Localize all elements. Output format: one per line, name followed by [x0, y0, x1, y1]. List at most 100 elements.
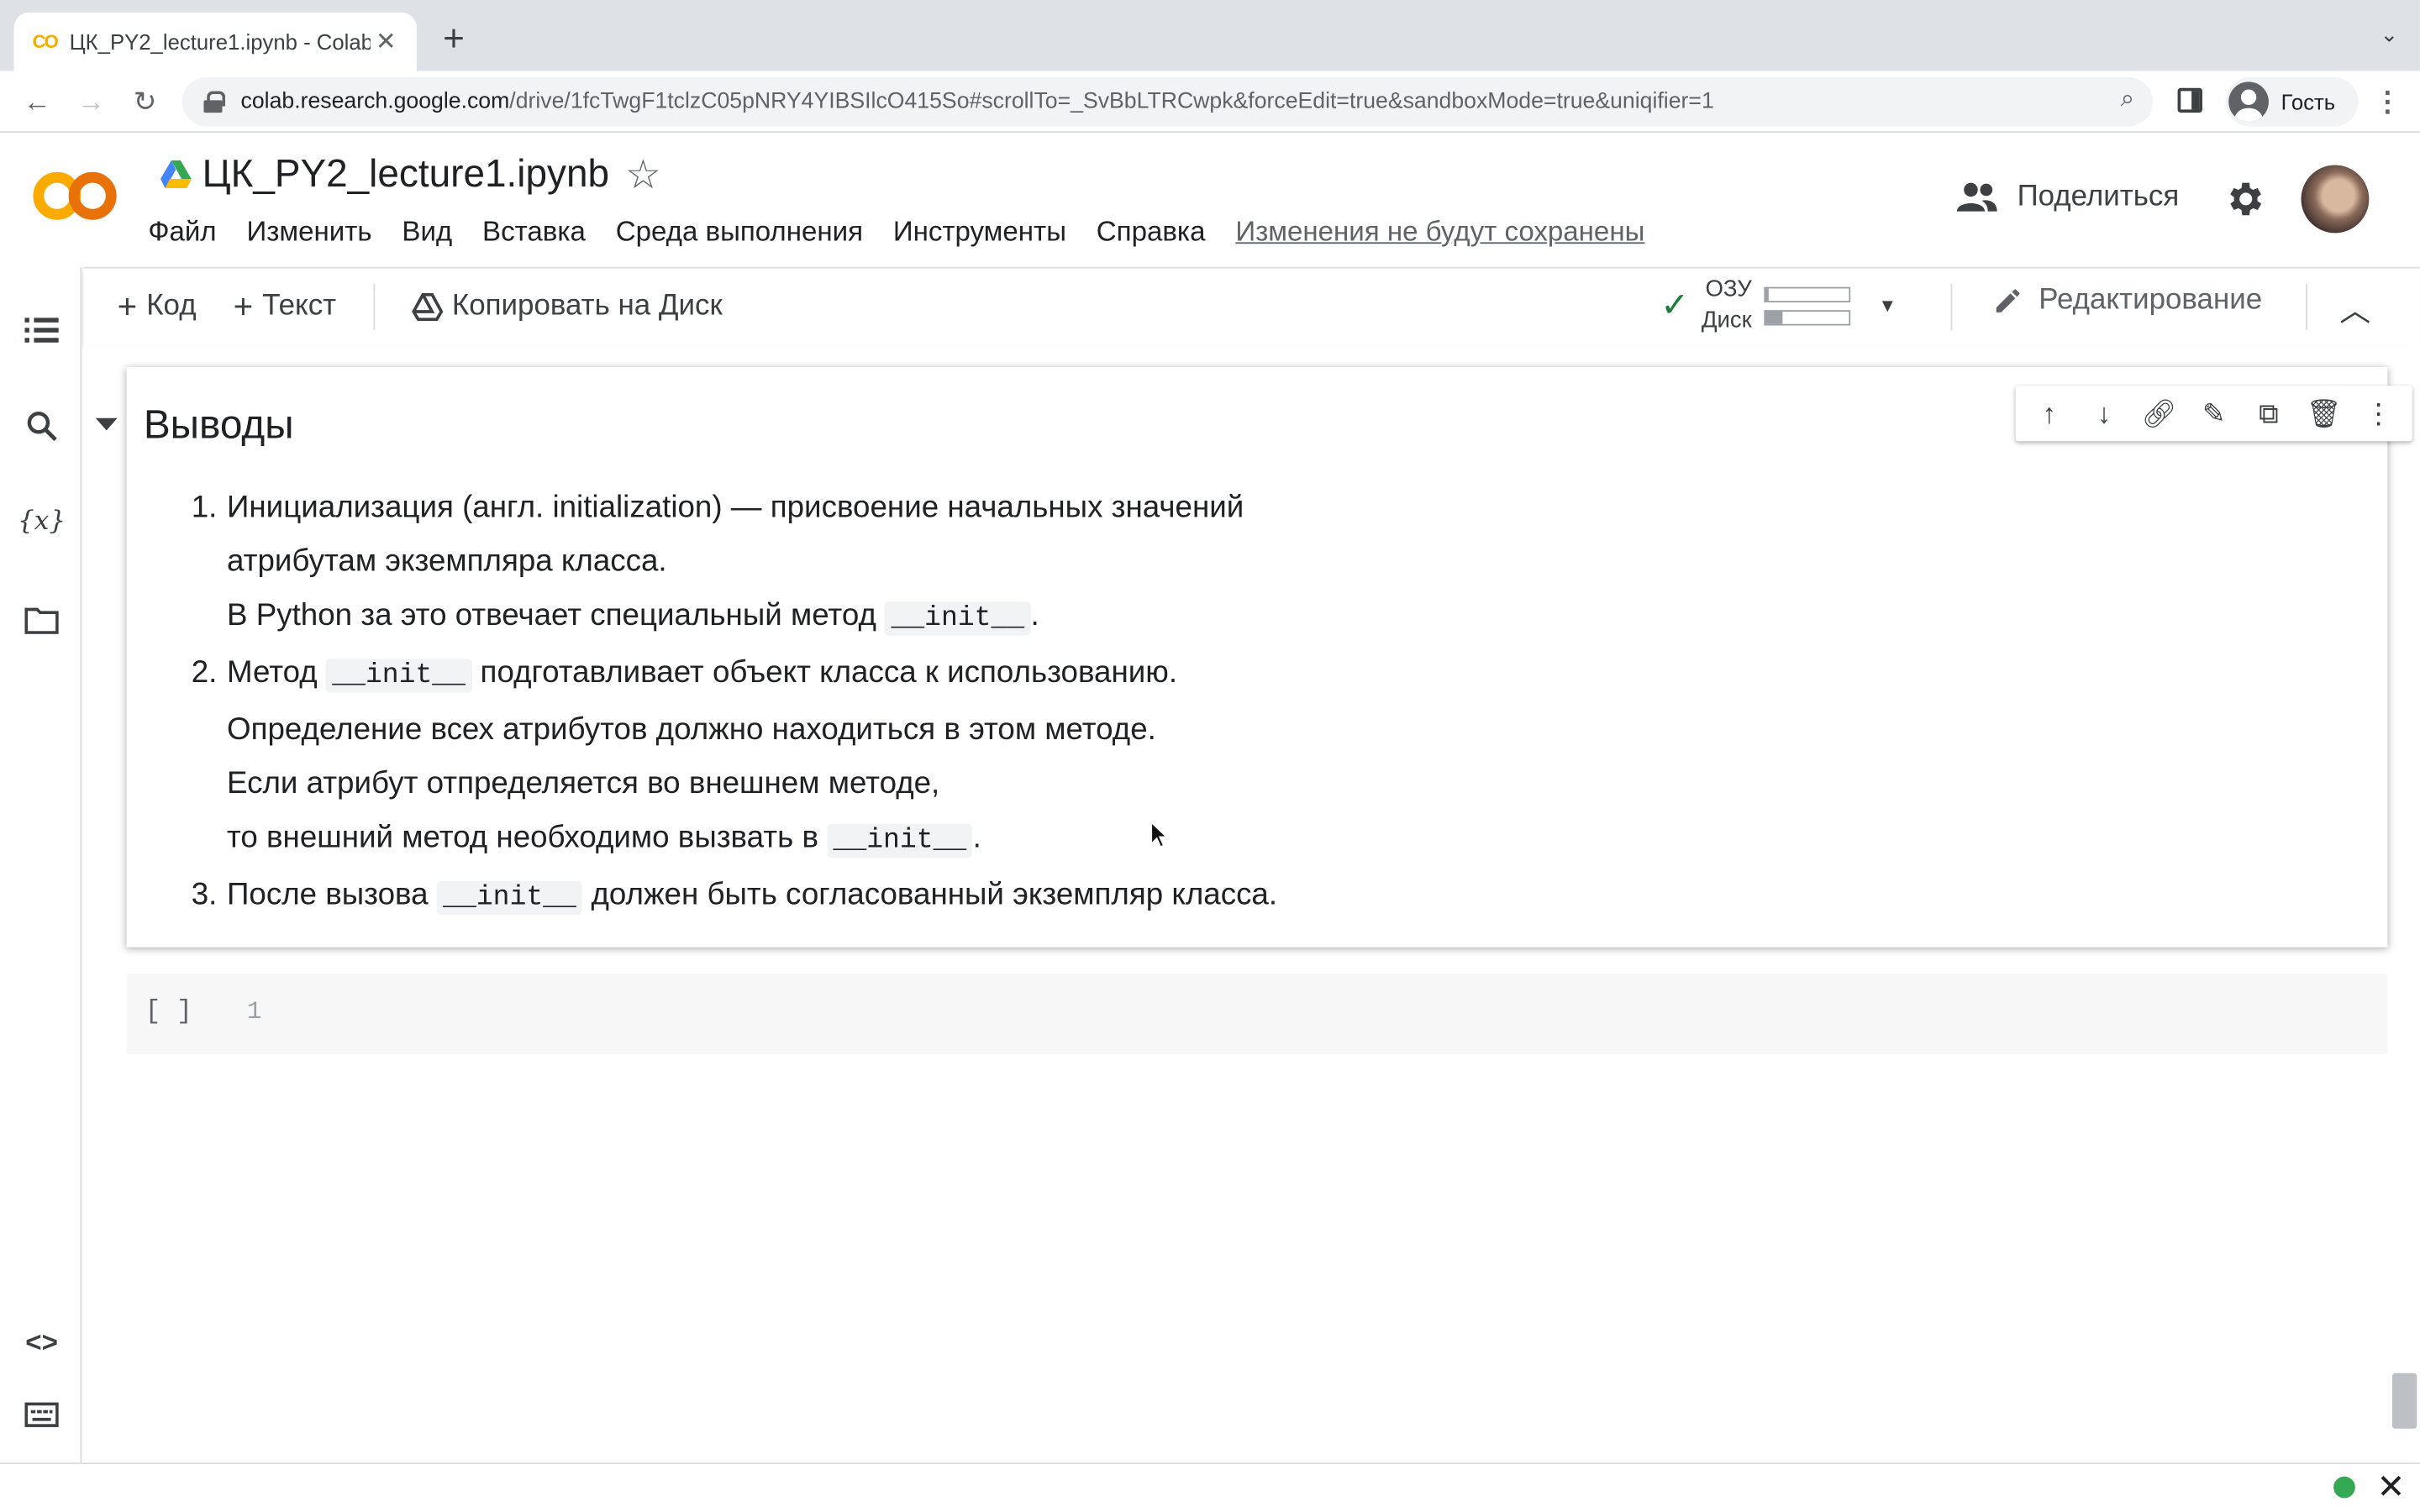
- copy-to-drive-button[interactable]: Копировать на Диск: [412, 289, 723, 323]
- inline-code: __init__: [885, 601, 1031, 636]
- toolbar-divider: [373, 283, 376, 330]
- list-line: Метод __init__ подготавливает объект кла…: [226, 655, 1178, 693]
- notebook-toolbar: + Код + Текст Копировать на Диск ✓ ОЗУ Д…: [83, 266, 2420, 344]
- delete-icon[interactable]: 🗑︎: [2301, 397, 2347, 430]
- terminal-icon[interactable]: [22, 1394, 62, 1435]
- drive-outline-icon: [412, 292, 443, 321]
- link-icon[interactable]: 🔗︎: [2136, 397, 2182, 430]
- browser-tab[interactable]: CO ЦК_PY2_lecture1.ipynb - Colab ✕: [13, 12, 417, 71]
- menu-view[interactable]: Вид: [402, 216, 452, 249]
- unsaved-changes-link[interactable]: Изменения не будут сохранены: [1235, 216, 1644, 249]
- connected-check-icon: ✓: [1660, 285, 1690, 324]
- close-tab-icon[interactable]: ✕: [371, 26, 402, 57]
- menu-bar: Файл Изменить Вид Вставка Среда выполнен…: [148, 216, 1675, 249]
- cell-toolbar: ↑ ↓ 🔗︎ ✎ ⧉ 🗑︎ ⋮: [2015, 386, 2412, 442]
- collapse-header-icon[interactable]: ︿: [2339, 286, 2370, 330]
- add-text-label: Текст: [262, 289, 337, 322]
- tab-title: ЦК_PY2_lecture1.ipynb - Colab: [69, 29, 371, 55]
- star-icon[interactable]: ☆: [625, 151, 661, 199]
- notebook-title[interactable]: ЦК_PY2_lecture1.ipynb: [203, 153, 609, 197]
- colab-logo-icon[interactable]: [31, 165, 121, 227]
- url-text: colab.research.google.com/drive/1fcTwgF1…: [240, 89, 1714, 114]
- plus-icon: +: [117, 286, 138, 325]
- profile-label: Гость: [2281, 89, 2336, 114]
- menu-file[interactable]: Файл: [148, 216, 216, 249]
- disk-label: Диск: [1701, 307, 1752, 333]
- profile-button[interactable]: Гость: [2225, 76, 2359, 127]
- zoom-icon[interactable]: ⌕: [2121, 87, 2134, 114]
- edit-pencil-icon[interactable]: ✎: [2191, 397, 2237, 430]
- menu-runtime[interactable]: Среда выполнения: [616, 216, 863, 249]
- list-line: Определение всех атрибутов должно находи…: [226, 712, 1156, 747]
- code-snippets-icon[interactable]: <>: [22, 1322, 62, 1362]
- mirror-cell-icon[interactable]: ⧉: [2245, 397, 2291, 430]
- share-label: Поделиться: [2017, 180, 2180, 213]
- toolbar-divider: [2306, 283, 2307, 331]
- resources-indicator[interactable]: ✓ ОЗУ Диск ▼: [1660, 275, 1897, 336]
- search-icon[interactable]: [22, 406, 62, 446]
- plus-icon: +: [233, 286, 254, 325]
- disk-usage-bar: [1764, 309, 1851, 325]
- list-number: 1.: [191, 491, 218, 525]
- colab-header: ЦК_PY2_lecture1.ipynb ☆ Файл Изменить Ви…: [0, 134, 2420, 267]
- ram-usage-fill: [1765, 287, 1770, 301]
- list-line: атрибутам экземпляра класса.: [226, 544, 667, 579]
- browser-tabbar: CO ЦК_PY2_lecture1.ipynb - Colab ✕ + ⌄: [0, 0, 2420, 71]
- side-panel-icon[interactable]: [2177, 87, 2202, 113]
- reload-icon[interactable]: ↻: [127, 83, 164, 120]
- line-number: 1: [246, 998, 262, 1026]
- tab-search-chevron-icon[interactable]: ⌄: [2381, 22, 2399, 48]
- list-line: то внешний метод необходимо вызвать в __…: [226, 821, 981, 858]
- close-status-icon[interactable]: ✕: [2377, 1467, 2406, 1508]
- move-down-icon[interactable]: ↓: [2081, 397, 2128, 430]
- list-line: Если атрибут отпределяется во внешнем ме…: [226, 766, 940, 801]
- forward-icon[interactable]: →: [72, 83, 109, 120]
- disk-usage-fill: [1765, 311, 1783, 323]
- section-heading: Выводы: [143, 401, 294, 448]
- editing-mode-label: Редактирование: [2039, 283, 2263, 317]
- scrollbar-thumb[interactable]: [2391, 1373, 2417, 1429]
- inline-code: __init__: [436, 880, 583, 916]
- new-tab-icon[interactable]: +: [435, 18, 472, 61]
- share-button[interactable]: Поделиться: [1955, 181, 2179, 214]
- list-item: 1. Инициализация (англ. initialization) …: [144, 481, 1533, 647]
- screen: CO ЦК_PY2_lecture1.ipynb - Colab ✕ + ⌄ ←…: [0, 0, 2420, 1511]
- menu-help[interactable]: Справка: [1097, 216, 1206, 249]
- lock-icon: [203, 91, 226, 113]
- table-of-contents-icon[interactable]: [22, 310, 62, 350]
- browser-menu-icon[interactable]: ⋮: [2374, 87, 2402, 118]
- cell-more-icon[interactable]: ⋮: [2355, 397, 2402, 430]
- menu-tools[interactable]: Инструменты: [893, 216, 1066, 249]
- ram-label: ОЗУ: [1705, 276, 1752, 302]
- mouse-cursor-icon: [1150, 821, 1169, 848]
- google-drive-icon[interactable]: [160, 160, 192, 189]
- text-cell[interactable]: Выводы ↑ ↓ 🔗︎ ✎ ⧉ 🗑︎ ⋮ 1. Инициализация …: [95, 367, 2412, 948]
- menu-insert[interactable]: Вставка: [482, 216, 586, 249]
- inline-code: __init__: [827, 823, 973, 858]
- runtime-status-dot[interactable]: [2333, 1476, 2355, 1499]
- add-text-button[interactable]: + Текст: [234, 286, 337, 327]
- list-line: В Python за это отвечает специальный мет…: [226, 598, 1039, 636]
- browser-toolbar: ← → ↻ colab.research.google.com/drive/1f…: [0, 71, 2420, 133]
- code-cell[interactable]: [ ] 1: [126, 973, 2388, 1054]
- editing-mode-button[interactable]: Редактирование: [1992, 284, 2262, 318]
- inline-code: __init__: [325, 659, 472, 693]
- back-icon[interactable]: ←: [18, 83, 55, 120]
- settings-gear-icon[interactable]: [2223, 177, 2265, 220]
- list-number: 3.: [191, 878, 218, 912]
- move-up-icon[interactable]: ↑: [2026, 397, 2072, 430]
- add-code-button[interactable]: + Код: [118, 286, 197, 327]
- variables-icon[interactable]: {x}: [18, 501, 66, 542]
- toolbar-divider: [1950, 283, 1953, 331]
- folder-icon[interactable]: [22, 600, 62, 640]
- colab-favicon-icon: CO: [32, 30, 59, 53]
- section-collapse-icon[interactable]: [95, 417, 118, 431]
- user-avatar[interactable]: [2301, 165, 2370, 234]
- address-bar[interactable]: colab.research.google.com/drive/1fcTwgF1…: [182, 76, 2154, 127]
- dropdown-caret-icon[interactable]: ▼: [1878, 295, 1897, 317]
- run-cell-button[interactable]: [ ]: [145, 998, 192, 1027]
- list-number: 2.: [191, 655, 218, 690]
- pencil-icon: [1996, 289, 2020, 312]
- list-item: 2. Метод __init__ подготавливает объект …: [144, 647, 1533, 869]
- menu-edit[interactable]: Изменить: [246, 216, 371, 249]
